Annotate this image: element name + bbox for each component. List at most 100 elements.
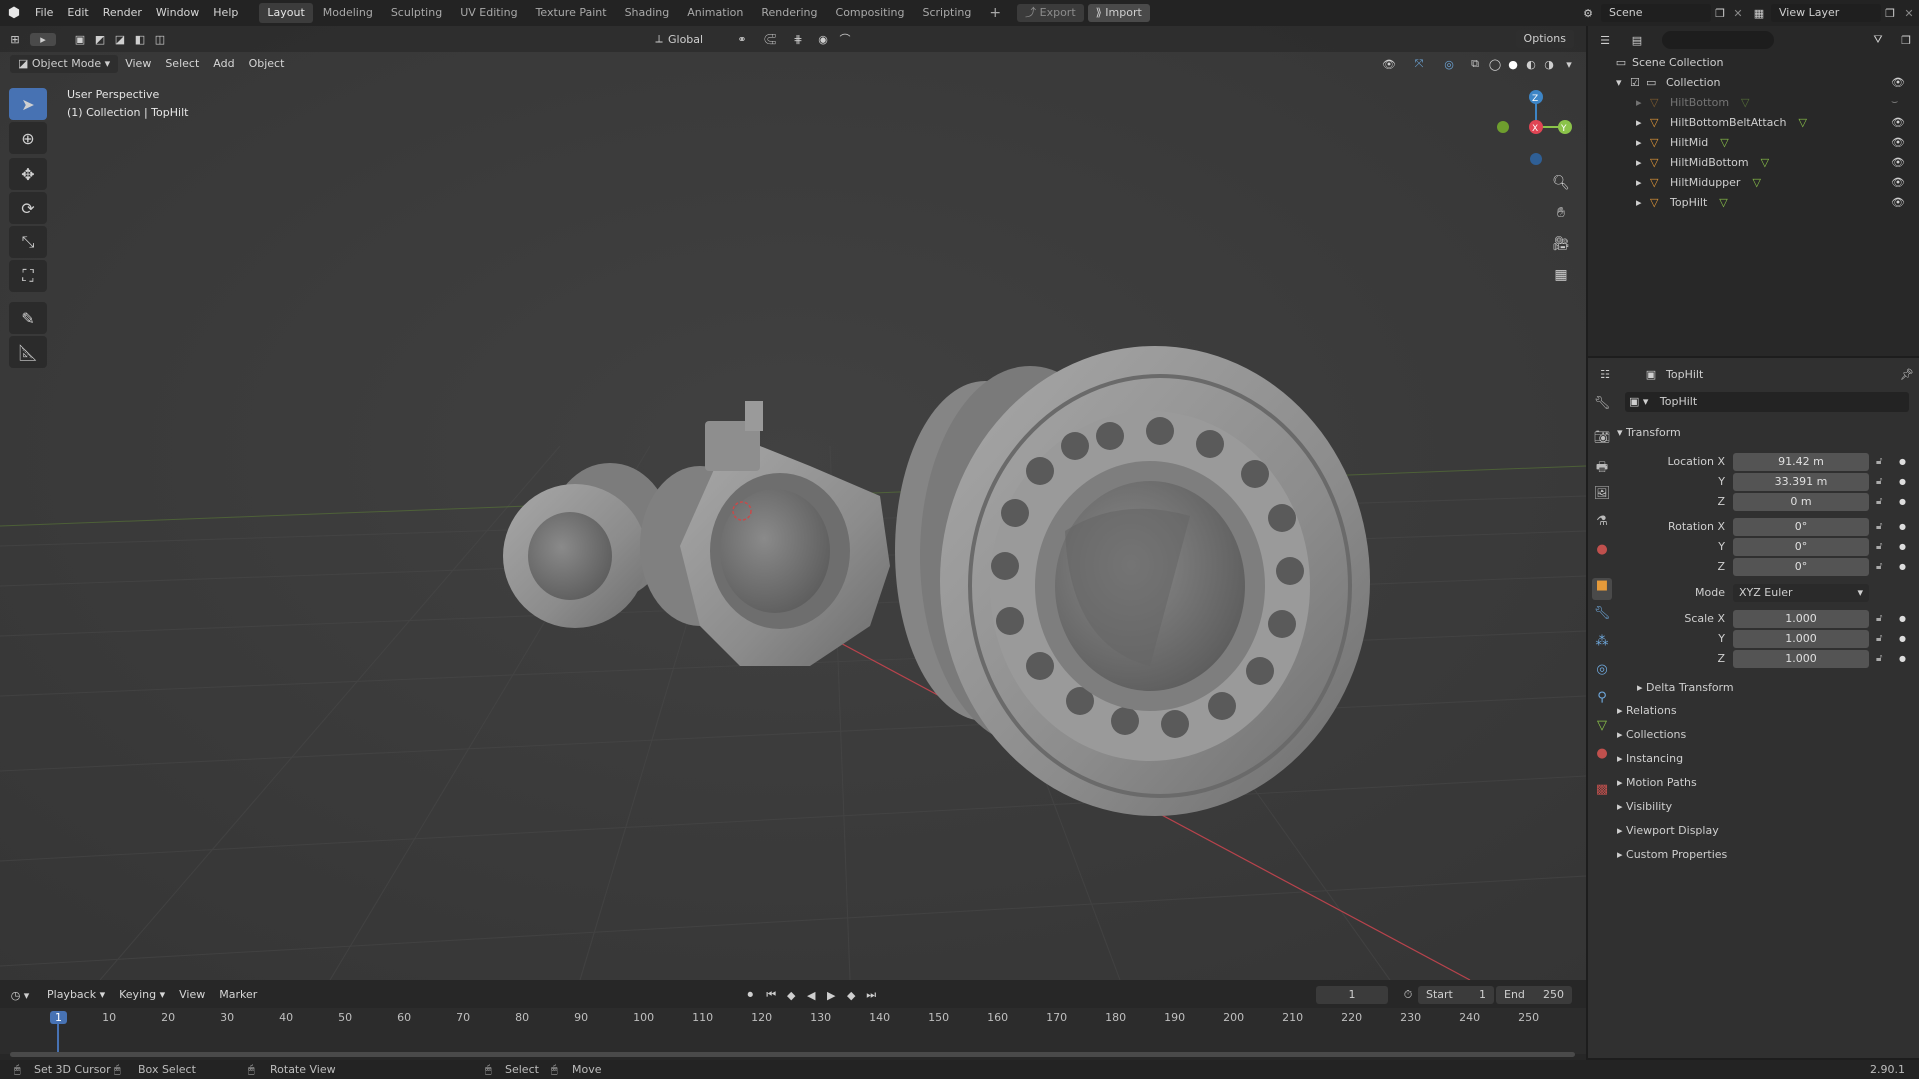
tab-modeling[interactable]: Modeling	[315, 3, 381, 23]
lock-icon[interactable]: 🔓︎	[1876, 518, 1882, 536]
material-tab[interactable]: ●	[1592, 746, 1612, 768]
mesh-data-icon[interactable]: ▽	[1741, 96, 1749, 109]
properties-editor-type-icon[interactable]: ☷	[1588, 368, 1622, 381]
scale-y-field[interactable]: 1.000	[1733, 630, 1869, 648]
end-frame-field[interactable]: End 250	[1496, 986, 1572, 1004]
pin-icon[interactable]: 📌︎	[1895, 368, 1919, 381]
lock-icon[interactable]: 🔓︎	[1876, 630, 1882, 648]
select-mode-new-icon[interactable]: ▣	[70, 33, 90, 46]
keyframe-dot-icon[interactable]: ●	[1899, 650, 1906, 668]
outliner-object-hiltmidupper[interactable]: ▸ ▽ HiltMidupper ▽ 👁︎	[1588, 172, 1919, 192]
viewport-menu-view[interactable]: View	[118, 51, 158, 77]
select-mode-invert-icon[interactable]: ◧	[130, 33, 150, 46]
scale-tool[interactable]: ⤡	[9, 226, 47, 258]
outliner-object-hiltmidbottom[interactable]: ▸ ▽ HiltMidBottom ▽ 👁︎	[1588, 152, 1919, 172]
keyframe-dot-icon[interactable]: ●	[1899, 493, 1906, 511]
object-expand-icon[interactable]: ▸	[1636, 136, 1650, 149]
delta-transform-header[interactable]: ▸ Delta Transform	[1637, 677, 1919, 699]
menu-window[interactable]: Window	[149, 0, 206, 26]
next-keyframe-icon[interactable]: ◆	[841, 989, 861, 1002]
tab-compositing[interactable]: Compositing	[828, 3, 913, 23]
panel-instancing[interactable]: ▸ Instancing	[1617, 748, 1907, 770]
view-layer-field[interactable]: View Layer	[1771, 4, 1881, 22]
material-shading-icon[interactable]: ◐	[1522, 58, 1540, 71]
play-icon[interactable]: ▶	[821, 989, 841, 1002]
visibility-filter-icon[interactable]: 👁︎	[1374, 58, 1404, 71]
mesh-data-icon[interactable]: ▽	[1719, 196, 1727, 209]
viewport-menu-add[interactable]: Add	[206, 51, 241, 77]
panel-viewport-display[interactable]: ▸ Viewport Display	[1617, 820, 1907, 842]
object-expand-icon[interactable]: ▸	[1636, 116, 1650, 129]
object-visibility-icon[interactable]: ⌣	[1891, 95, 1919, 109]
rotation-z-field[interactable]: 0°	[1733, 558, 1869, 576]
snap-icon[interactable]: 🧲︎	[756, 33, 784, 46]
timeline-editor-type-icon[interactable]: ◷ ▾	[0, 989, 40, 1002]
object-expand-icon[interactable]: ▸	[1636, 196, 1650, 209]
timeline-menu-keying[interactable]: Keying ▾	[112, 982, 172, 1008]
location-x-field[interactable]: 91.42 m	[1733, 453, 1869, 471]
overlays-icon[interactable]: ◎	[1434, 58, 1464, 71]
keyframe-dot-icon[interactable]: ●	[1899, 473, 1906, 491]
timeline-scrollbar[interactable]	[10, 1052, 1575, 1057]
mesh-data-icon[interactable]: ▽	[1761, 156, 1769, 169]
lock-icon[interactable]: 🔓︎	[1876, 473, 1882, 491]
start-frame-field[interactable]: Start 1	[1418, 986, 1494, 1004]
tab-scripting[interactable]: Scripting	[914, 3, 979, 23]
keyframe-dot-icon[interactable]: ●	[1899, 630, 1906, 648]
tool-tab[interactable]: 🔧︎	[1592, 396, 1612, 418]
data-tab[interactable]: ▽	[1592, 718, 1612, 740]
object-visibility-icon[interactable]: 👁︎	[1891, 196, 1919, 209]
object-expand-icon[interactable]: ▸	[1636, 156, 1650, 169]
wireframe-shading-icon[interactable]: ◯	[1486, 58, 1504, 71]
collection-visibility-icon[interactable]: 👁︎	[1891, 76, 1919, 89]
editor-type-icon[interactable]: ⊞	[0, 33, 30, 46]
object-expand-icon[interactable]: ▸	[1636, 96, 1650, 109]
collection-checkbox[interactable]: ☑	[1630, 76, 1646, 89]
timeline-menu-playback[interactable]: Playback ▾	[40, 982, 112, 1008]
view-layer-browse-icon[interactable]: ▦	[1747, 7, 1771, 20]
new-collection-icon[interactable]: ❐	[1893, 34, 1919, 47]
select-box-tool[interactable]: ➤	[9, 88, 47, 120]
tab-texture-paint[interactable]: Texture Paint	[528, 3, 615, 23]
keyframe-dot-icon[interactable]: ●	[1899, 538, 1906, 556]
scale-x-field[interactable]: 1.000	[1733, 610, 1869, 628]
blender-logo-icon[interactable]: ⬢	[0, 5, 28, 21]
orientation-icon[interactable]: ⟂	[650, 32, 668, 46]
lock-icon[interactable]: 🔓︎	[1876, 453, 1882, 471]
panel-relations[interactable]: ▸ Relations	[1617, 700, 1907, 722]
constraints-tab[interactable]: ⚲	[1592, 690, 1612, 712]
menu-help[interactable]: Help	[206, 0, 245, 26]
outliner-object-hiltbottom[interactable]: ▸ ▽ HiltBottom ▽ ⌣	[1588, 92, 1919, 112]
export-button[interactable]: ⤴ Export	[1017, 4, 1084, 22]
timeline-menu-view[interactable]: View	[172, 982, 212, 1008]
new-view-layer-icon[interactable]: ❐	[1881, 7, 1899, 20]
rotate-tool[interactable]: ⟳	[9, 192, 47, 224]
rotation-y-field[interactable]: 0°	[1733, 538, 1869, 556]
stopwatch-icon[interactable]: ⏱	[1398, 988, 1418, 1002]
select-mode-intersect-icon[interactable]: ◫	[150, 33, 170, 46]
snap-increment-icon[interactable]: ⋕	[784, 33, 812, 46]
tab-rendering[interactable]: Rendering	[753, 3, 825, 23]
measure-tool[interactable]: 📐︎	[9, 336, 47, 368]
rendered-shading-icon[interactable]: ◑	[1540, 58, 1558, 71]
scene-name-field[interactable]: Scene	[1601, 4, 1711, 22]
current-frame-field[interactable]: 1	[1316, 986, 1388, 1004]
proportional-edit-icon[interactable]: ◉	[812, 33, 834, 46]
lock-icon[interactable]: 🔓︎	[1876, 538, 1882, 556]
location-z-field[interactable]: 0 m	[1733, 493, 1869, 511]
select-mode-subtract-icon[interactable]: ◪	[110, 33, 130, 46]
annotate-tool[interactable]: ✎	[9, 302, 47, 334]
mesh-data-icon[interactable]: ▽	[1720, 136, 1728, 149]
tab-sculpting[interactable]: Sculpting	[383, 3, 450, 23]
timeline-menu-marker[interactable]: Marker	[212, 982, 264, 1008]
delete-view-layer-icon[interactable]: ✕	[1899, 7, 1919, 20]
mesh-data-icon[interactable]: ▽	[1752, 176, 1760, 189]
options-dropdown[interactable]: Options	[1515, 30, 1574, 48]
keyframe-dot-icon[interactable]: ●	[1899, 453, 1906, 471]
filter-icon[interactable]: ⛛	[1863, 33, 1893, 47]
import-button[interactable]: ⟫ Import	[1087, 4, 1150, 22]
menu-render[interactable]: Render	[96, 0, 149, 26]
menu-edit[interactable]: Edit	[60, 0, 95, 26]
viewport-menu-select[interactable]: Select	[158, 51, 206, 77]
object-visibility-icon[interactable]: 👁︎	[1891, 116, 1919, 129]
